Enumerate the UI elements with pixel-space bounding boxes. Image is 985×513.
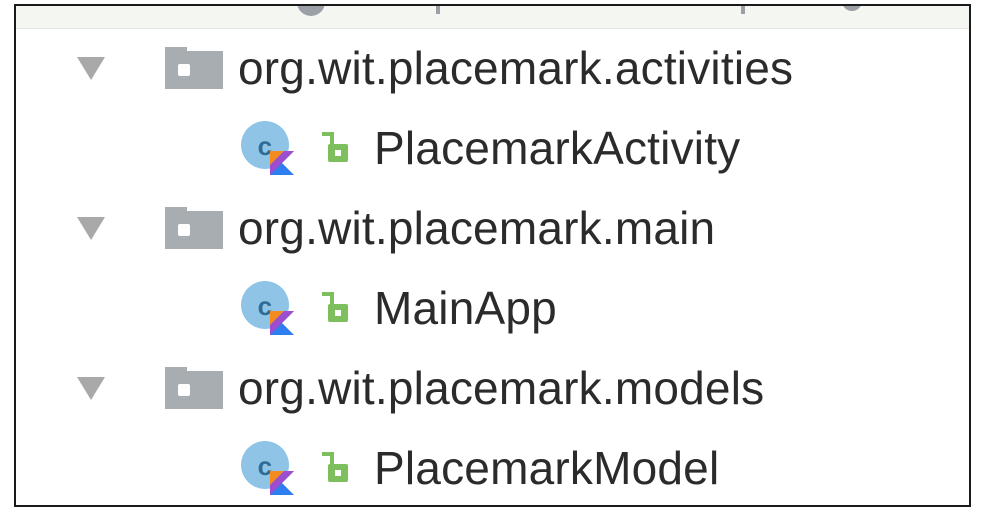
- chevron-down-icon[interactable]: [68, 208, 114, 248]
- lock-open-icon: [316, 130, 352, 166]
- package-name: org.wit.placemark.activities: [238, 42, 794, 94]
- kotlin-class-icon: c: [238, 439, 296, 497]
- tree-row-class[interactable]: c PlacemarkModel: [16, 428, 969, 505]
- lock-open-icon: [316, 450, 352, 486]
- tree-row-package[interactable]: org.wit.placemark.main: [16, 188, 969, 268]
- class-name: PlacemarkModel: [374, 442, 720, 494]
- chevron-down-icon[interactable]: [68, 48, 114, 88]
- project-tree-panel: org.wit.placemark.activities c Placemark…: [14, 4, 971, 507]
- tree-row-package[interactable]: org.wit.placemark.models: [16, 348, 969, 428]
- kotlin-class-icon: c: [238, 119, 296, 177]
- package-name: org.wit.placemark.main: [238, 202, 716, 254]
- package-tree: org.wit.placemark.activities c Placemark…: [16, 28, 969, 505]
- class-name: PlacemarkActivity: [374, 122, 741, 174]
- folder-icon: [164, 46, 224, 90]
- clipped-previous-row: [16, 6, 969, 29]
- tree-row-class[interactable]: c MainApp: [16, 268, 969, 348]
- tree-row-package[interactable]: org.wit.placemark.activities: [16, 28, 969, 108]
- class-name: MainApp: [374, 282, 557, 334]
- chevron-down-icon[interactable]: [68, 368, 114, 408]
- package-name: org.wit.placemark.models: [238, 362, 765, 414]
- kotlin-class-icon: c: [238, 279, 296, 337]
- folder-icon: [164, 206, 224, 250]
- lock-open-icon: [316, 290, 352, 326]
- tree-row-class[interactable]: c PlacemarkActivity: [16, 108, 969, 188]
- folder-icon: [164, 366, 224, 410]
